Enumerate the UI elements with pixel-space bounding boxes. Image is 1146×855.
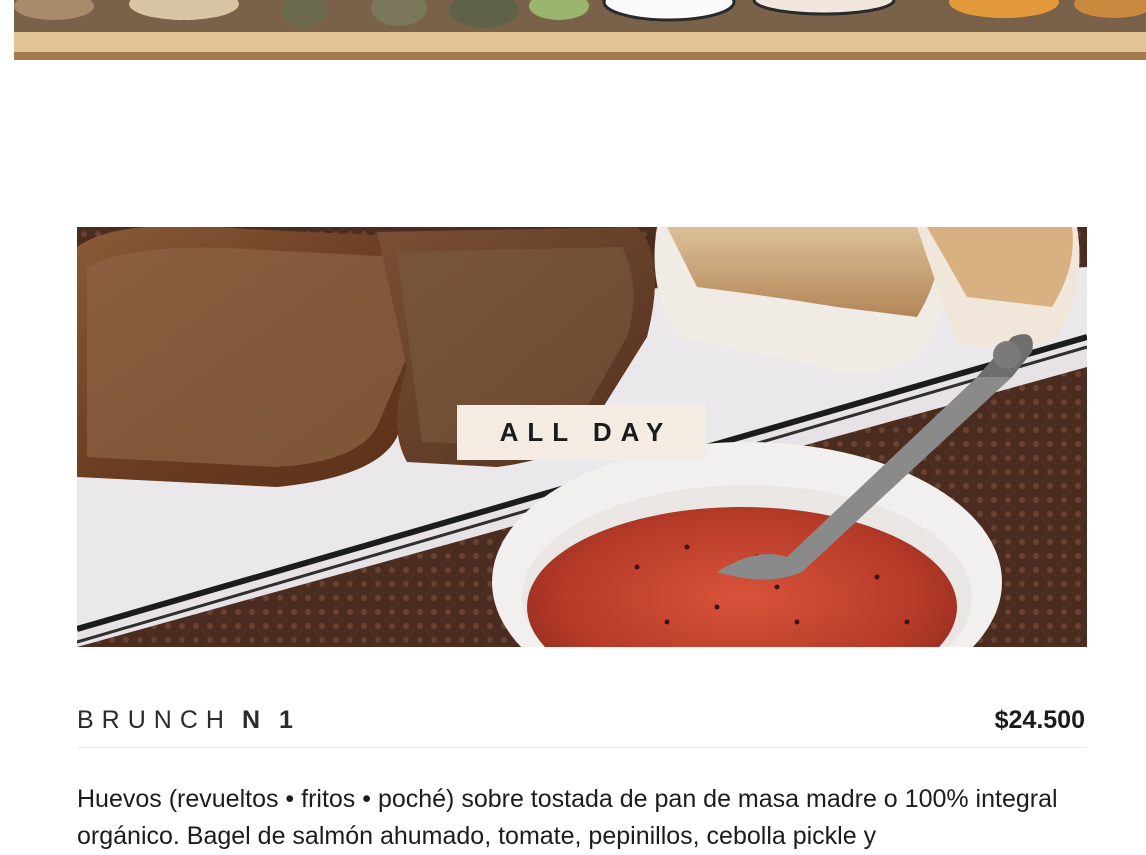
top-product-photo — [14, 0, 1146, 60]
all-day-badge: ALL DAY — [457, 405, 706, 460]
menu-item-price: $24.500 — [994, 705, 1085, 734]
menu-item-name: BRUNCH — [77, 705, 232, 734]
menu-item-title: BRUNCH N 1 — [77, 706, 299, 735]
menu-item-header: BRUNCH N 1 $24.500 — [77, 700, 1085, 740]
all-day-badge-label: ALL DAY — [499, 417, 673, 447]
divider — [77, 747, 1085, 748]
menu-item-number: N 1 — [241, 705, 299, 734]
menu-item-description: Huevos (revueltos • fritos • poché) sobr… — [77, 785, 1058, 850]
